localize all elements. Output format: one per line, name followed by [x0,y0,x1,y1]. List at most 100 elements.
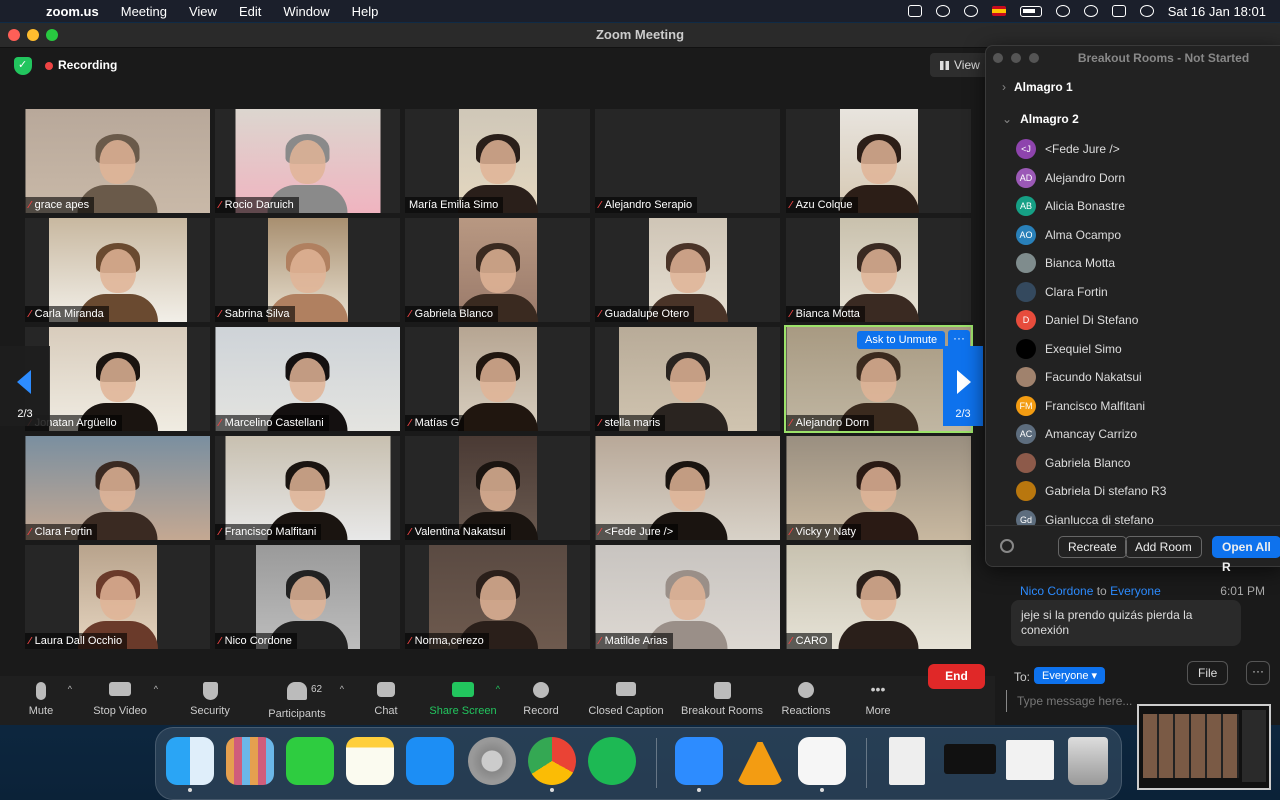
participant-tile[interactable]: ⁄ CARO [786,545,971,649]
siri-icon[interactable] [1139,5,1154,17]
participant-tile[interactable]: ⁄ stella maris [595,327,780,431]
malwarebytes-icon[interactable] [935,5,950,17]
closed-caption-button[interactable]: Closed Caption [585,682,667,717]
video-options-chevron-icon[interactable]: ^ [154,684,158,694]
participant-tile[interactable]: ⁄ Carla Miranda [25,218,210,322]
participant-tile[interactable]: ⁄ Matías G [405,327,590,431]
launchpad-icon[interactable] [226,737,274,785]
recreate-button[interactable]: Recreate [1058,536,1127,558]
finder-icon[interactable] [166,737,214,792]
spain-flag-icon[interactable] [991,6,1006,16]
chat-recipient-select[interactable]: Everyone ▾ [1034,667,1106,684]
security-button[interactable]: Security [187,682,233,717]
next-page-button[interactable]: 2/3 [943,346,983,426]
zoom-status-icon[interactable] [907,5,922,17]
minimize-window-button[interactable] [27,29,39,41]
menu-view[interactable]: View [189,4,217,19]
facetime-icon[interactable] [286,737,334,785]
participant-tile[interactable]: ⁄ Gabriela Blanco [405,218,590,322]
breakout-participant[interactable]: Clara Fortin [1016,281,1108,303]
breakout-close-button[interactable] [993,53,1003,63]
participant-tile[interactable]: ⁄ Rocio Daruich [215,109,400,213]
participant-tile[interactable]: ⁄ Bianca Motta [786,218,971,322]
notes-icon[interactable] [346,737,394,785]
breakout-participant[interactable]: AD Alejandro Dorn [1016,167,1125,189]
breakout-participant[interactable]: Gabriela Di stefano R3 [1016,480,1166,502]
participant-tile[interactable]: ⁄ Vicky y Naty [786,436,971,540]
gear-icon[interactable] [1000,539,1014,553]
participant-tile[interactable]: ⁄ Marcelino Castellani [215,327,400,431]
menu-help[interactable]: Help [352,4,379,19]
mute-button[interactable]: Mute ^ [22,682,72,717]
recording-indicator[interactable]: Recording [58,58,117,72]
participant-tile[interactable]: ⁄ Alejandro Serapio [595,109,780,213]
spotify-icon[interactable] [588,737,636,785]
participant-tile[interactable]: ⁄ Valentina Nakatsui [405,436,590,540]
participants-chevron-icon[interactable]: ^ [340,684,344,694]
breakout-zoom-button[interactable] [1029,53,1039,63]
screen-thumbnail[interactable] [1137,704,1271,790]
control-center-icon[interactable] [1111,5,1126,17]
menu-app-name[interactable]: zoom.us [46,4,99,19]
chrome-icon[interactable] [528,737,576,792]
wifi-icon[interactable] [1055,5,1070,17]
room-almagro-2[interactable]: ⌄ Almagro 2 [1002,112,1079,126]
play-icon[interactable] [963,5,978,17]
breakout-participant[interactable]: AB Alicia Bonastre [1016,195,1125,217]
chat-button[interactable]: Chat [370,682,402,717]
app-store-icon[interactable] [406,737,454,785]
share-options-chevron-icon[interactable]: ^ [496,684,500,694]
share-screen-button[interactable]: Share Screen ^ [428,682,500,717]
participant-tile[interactable]: ⁄ Sabrina Silva [215,218,400,322]
stop-video-button[interactable]: Stop Video ^ [90,682,158,717]
menu-meeting[interactable]: Meeting [121,4,167,19]
participant-tile[interactable]: ⁄ Laura Dall Occhio [25,545,210,649]
end-meeting-button[interactable]: End [928,664,985,689]
participant-tile[interactable]: María Emilia Simo [405,109,590,213]
record-button[interactable]: Record [522,682,560,717]
document-file-icon[interactable] [889,737,925,785]
open-all-rooms-button[interactable]: Open All R [1212,536,1280,574]
participant-tile[interactable]: ⁄ Guadalupe Otero [595,218,780,322]
participant-tile[interactable]: ⁄ grace apes [25,109,210,213]
participant-tile[interactable]: ⁄ Matilde Arias [595,545,780,649]
participant-tile[interactable]: ⁄ <Fede Jure /> [595,436,780,540]
participant-tile[interactable]: ⁄ Nico Cordone [215,545,400,649]
participant-tile[interactable]: ⁄ Azu Colque [786,109,971,213]
room-almagro-1[interactable]: › Almagro 1 [1002,80,1073,94]
breakout-participant[interactable]: Bianca Motta [1016,252,1115,274]
breakout-minimize-button[interactable] [1011,53,1021,63]
breakout-participant[interactable]: AC Amancay Carrizo [1016,423,1137,445]
document-preview-icon[interactable] [1006,740,1054,780]
prev-page-button[interactable]: 2/3 [0,346,50,426]
view-button[interactable]: View [930,53,990,77]
audio-options-chevron-icon[interactable]: ^ [68,684,72,694]
menu-edit[interactable]: Edit [239,4,261,19]
breakout-participant[interactable]: FM Francisco Malfitani [1016,395,1145,417]
add-room-button[interactable]: Add Room [1125,536,1202,558]
breakout-participant[interactable]: Exequiel Simo [1016,338,1122,360]
menubar-clock[interactable]: Sat 16 Jan 18:01 [1168,4,1266,19]
pages-icon[interactable] [798,737,846,792]
chat-file-button[interactable]: File [1187,661,1229,685]
zoom-icon[interactable] [675,737,723,792]
chrome-window-thumbnail-icon[interactable] [944,744,996,774]
breakout-participant[interactable]: AO Alma Ocampo [1016,224,1121,246]
trash-icon[interactable] [1068,737,1108,785]
participant-tile[interactable]: ⁄Jonatan Argüello [25,327,210,431]
spotlight-search-icon[interactable] [1083,5,1098,17]
breakout-participant[interactable]: Gabriela Blanco [1016,452,1130,474]
more-button[interactable]: ••• More [864,682,892,717]
chat-recipient[interactable]: Everyone [1110,584,1161,598]
participant-tile[interactable]: ⁄ Clara Fortin [25,436,210,540]
close-window-button[interactable] [8,29,20,41]
chat-more-button[interactable]: ··· [1246,661,1270,685]
chat-sender[interactable]: Nico Cordone [1020,584,1093,598]
system-preferences-icon[interactable] [468,737,516,785]
vlc-icon[interactable] [736,737,784,785]
participant-tile[interactable]: ⁄ Norma,cerezo [405,545,590,649]
participants-button[interactable]: 62 Participants ^ [266,682,344,720]
participant-tile[interactable]: ⁄ Francisco Malfitani [215,436,400,540]
breakout-participant[interactable]: D Daniel Di Stefano [1016,309,1138,331]
ask-to-unmute-button[interactable]: Ask to Unmute [857,331,946,349]
